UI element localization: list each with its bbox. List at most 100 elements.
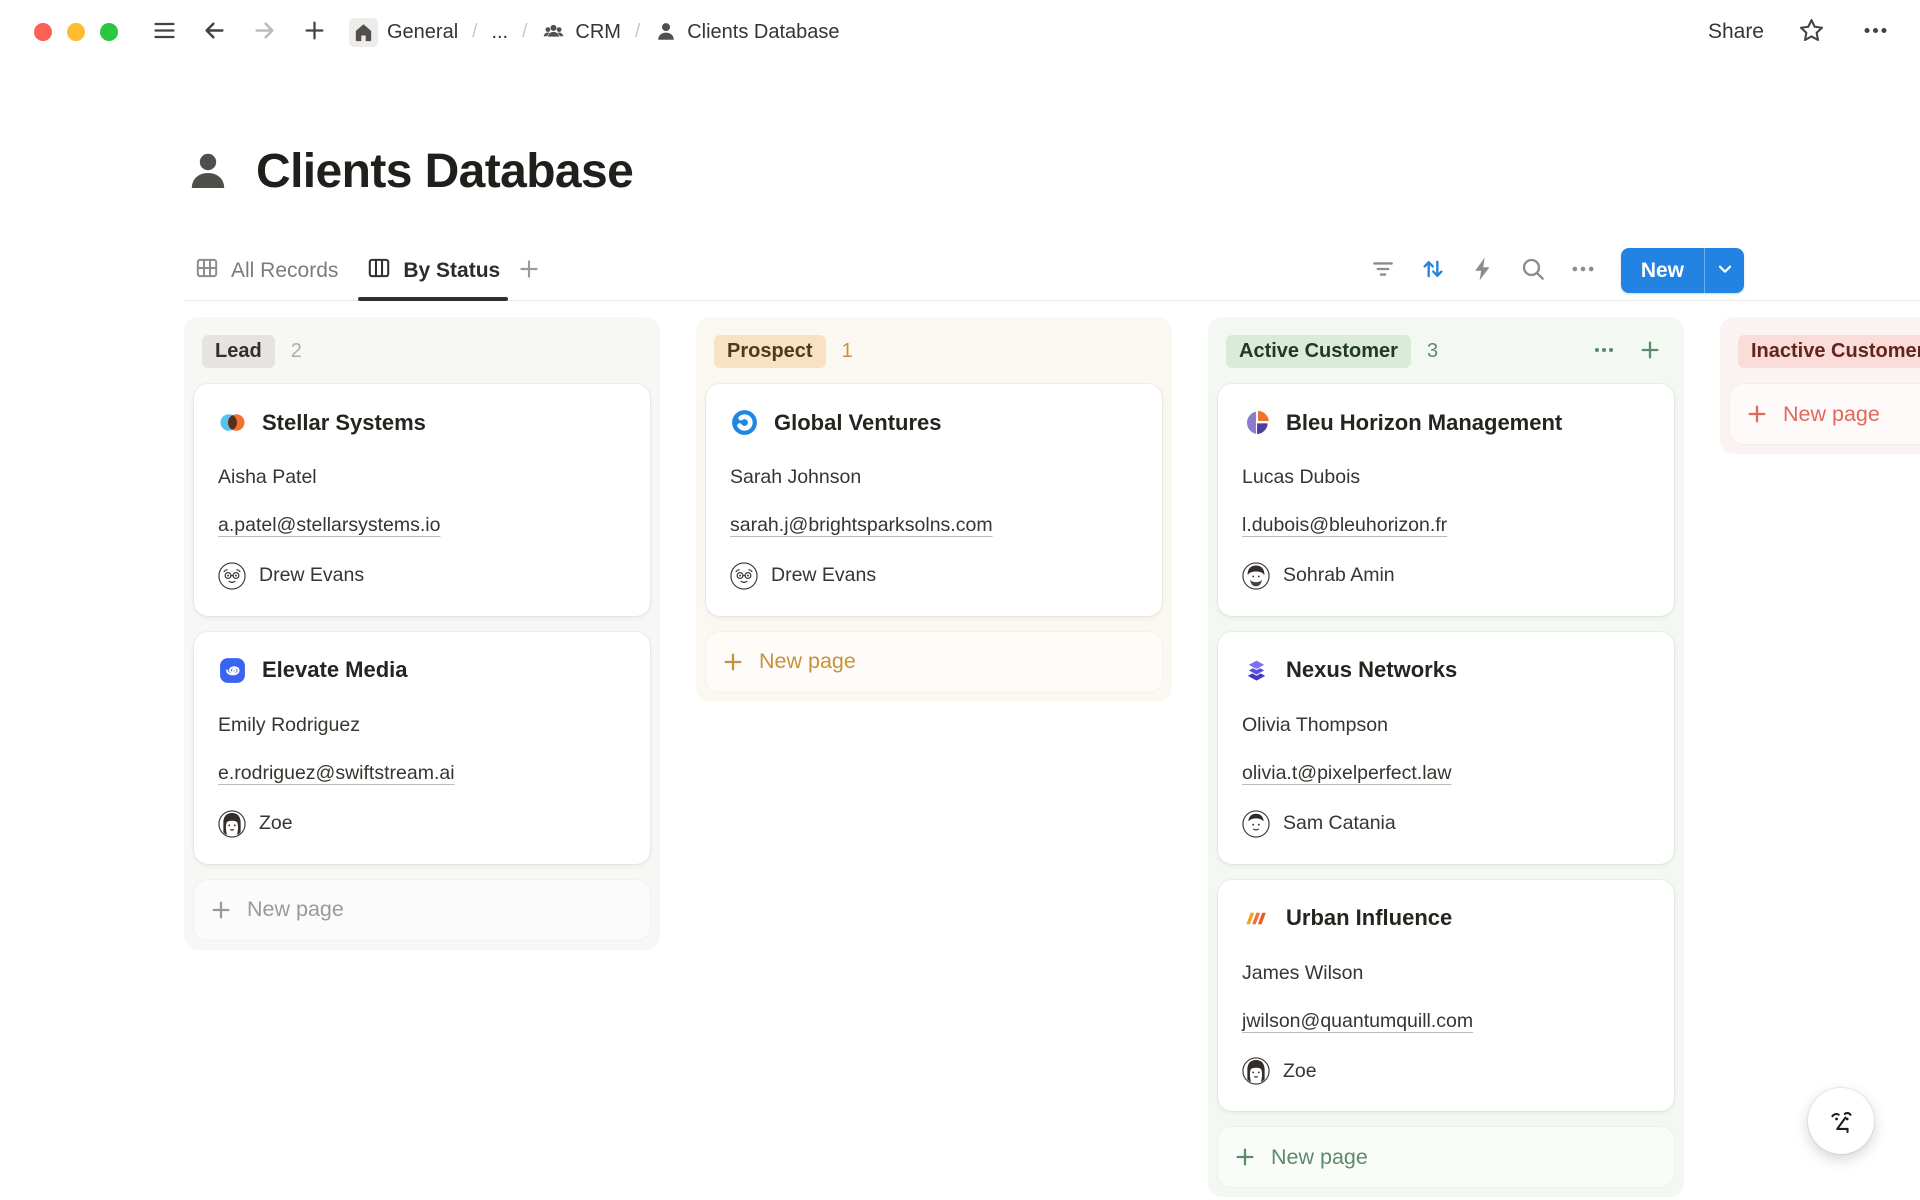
card-elevate-media[interactable]: Elevate MediaEmily Rodrigueze.rodriguez@… <box>194 632 650 864</box>
arrow-left-icon <box>201 17 228 47</box>
new-record-button[interactable]: New <box>1621 248 1704 293</box>
breadcrumb-item-collapsed[interactable]: ... <box>484 17 515 48</box>
new-record-dropdown-button[interactable] <box>1704 248 1744 293</box>
back-button[interactable] <box>196 14 232 50</box>
card-owner-name: Sohrab Amin <box>1283 564 1395 587</box>
column-status-badge[interactable]: Active Customer <box>1226 335 1411 368</box>
plus-icon <box>720 649 746 675</box>
avatar-drew <box>730 562 758 590</box>
new-page-label: New page <box>1271 1145 1368 1170</box>
search-icon <box>1519 255 1547 286</box>
column-count: 3 <box>1427 340 1438 363</box>
share-button[interactable]: Share <box>1708 20 1764 44</box>
plus-icon <box>301 17 328 47</box>
ai-face-icon <box>1819 1098 1863 1145</box>
column-add-card-button[interactable] <box>1634 336 1666 368</box>
forward-button[interactable] <box>246 14 282 50</box>
favorite-button[interactable] <box>1794 15 1828 49</box>
page-header: Clients Database <box>184 144 1920 199</box>
breadcrumb-item-crm[interactable]: CRM <box>534 16 628 49</box>
window-controls <box>34 23 118 41</box>
card-email-link[interactable]: l.dubois@bleuhorizon.fr <box>1242 514 1447 536</box>
avatar-drew <box>218 562 246 590</box>
card-owner: Sohrab Amin <box>1242 562 1650 590</box>
new-page-button[interactable]: New page <box>706 632 1162 692</box>
page-title: Clients Database <box>256 144 633 199</box>
tab-label: By Status <box>403 259 500 283</box>
window-close-button[interactable] <box>34 23 52 41</box>
card-bleu-horizon-management[interactable]: Bleu Horizon Management Lucas Dubois l.dub… <box>1218 384 1674 616</box>
card-email-link[interactable]: e.rodriguez@swiftstream.ai <box>218 762 455 784</box>
avatar-zoe <box>1242 1057 1270 1085</box>
tab-all-records[interactable]: All Records <box>184 241 348 300</box>
new-page-label: New page <box>247 897 344 922</box>
window-zoom-button[interactable] <box>100 23 118 41</box>
card-owner-name: Sam Catania <box>1283 812 1396 835</box>
card-nexus-networks[interactable]: Nexus NetworksOlivia Thompsonolivia.t@pi… <box>1218 632 1674 864</box>
board-column-prospect: Prospect1Global VenturesSarah Johnsonsar… <box>696 317 1172 702</box>
search-button[interactable] <box>1513 251 1553 291</box>
add-view-button[interactable] <box>510 252 548 290</box>
titlebar-actions: Share <box>1708 15 1892 49</box>
card-email-link[interactable]: a.patel@stellarsystems.io <box>218 514 440 536</box>
automations-button[interactable] <box>1463 251 1503 291</box>
more-options-button[interactable] <box>1858 15 1892 49</box>
column-status-badge[interactable]: Lead <box>202 335 275 368</box>
person-icon <box>654 20 678 44</box>
breadcrumb-item-clients-database[interactable]: Clients Database <box>647 16 846 48</box>
hamburger-icon <box>151 17 178 47</box>
elevate-media-logo-icon <box>218 656 247 685</box>
stellar-systems-logo-icon <box>218 408 247 437</box>
card-urban-influence[interactable]: Urban InfluenceJames Wilsonjwilson@quant… <box>1218 880 1674 1112</box>
card-owner-name: Zoe <box>259 812 293 835</box>
app-window: General/.../CRM/Clients Database Share C… <box>0 0 1920 1197</box>
board-column-active-customer: Active Customer 3 Bleu Horizon Management L… <box>1208 317 1684 1197</box>
views-row: All Records By Status <box>184 241 1920 301</box>
view-options-button[interactable] <box>1563 251 1603 291</box>
avatar-sohrab <box>1242 562 1270 590</box>
sort-icon <box>1419 255 1447 286</box>
window-minimize-button[interactable] <box>67 23 85 41</box>
card-owner: Sam Catania <box>1242 810 1650 838</box>
view-toolbar: New <box>1363 248 1744 293</box>
filter-icon <box>1369 255 1397 286</box>
card-owner-name: Drew Evans <box>771 564 876 587</box>
card-stellar-systems[interactable]: Stellar SystemsAisha Patela.patel@stella… <box>194 384 650 616</box>
lightning-icon <box>1469 255 1497 286</box>
column-header: Active Customer 3 <box>1218 327 1674 384</box>
plus-icon <box>1744 401 1770 427</box>
chevron-down-icon <box>1714 258 1736 283</box>
ellipsis-icon <box>1591 337 1617 366</box>
new-page-button[interactable]: New page <box>194 880 650 940</box>
notion-ai-button[interactable] <box>1808 1088 1874 1154</box>
column-more-button[interactable] <box>1588 336 1620 368</box>
avatar-sam <box>1242 810 1270 838</box>
breadcrumb-item-general[interactable]: General <box>342 14 465 51</box>
sidebar-toggle-button[interactable] <box>146 14 182 50</box>
star-icon <box>1797 16 1826 48</box>
ellipsis-icon <box>1569 255 1597 286</box>
new-page-button[interactable]: New page <box>1730 384 1920 444</box>
card-global-ventures[interactable]: Global VenturesSarah Johnsonsarah.j@brig… <box>706 384 1162 616</box>
board-view-icon <box>366 255 392 287</box>
sort-button[interactable] <box>1413 251 1453 291</box>
breadcrumb: General/.../CRM/Clients Database <box>342 14 847 51</box>
card-company-name: Bleu Horizon Management <box>1286 410 1562 436</box>
table-view-icon <box>194 255 220 287</box>
card-email-link[interactable]: sarah.j@brightsparksolns.com <box>730 514 993 536</box>
card-contact-name: Lucas Dubois <box>1242 465 1650 489</box>
column-status-badge[interactable]: Inactive Customer <box>1738 335 1920 368</box>
new-tab-button[interactable] <box>296 14 332 50</box>
tab-by-status[interactable]: By Status <box>356 241 510 300</box>
column-status-badge[interactable]: Prospect <box>714 335 826 368</box>
plus-icon <box>1232 1144 1258 1170</box>
filter-button[interactable] <box>1363 251 1403 291</box>
person-icon[interactable] <box>184 148 232 196</box>
plus-icon <box>1637 337 1663 366</box>
card-email-link[interactable]: jwilson@quantumquill.com <box>1242 1010 1473 1032</box>
card-email-link[interactable]: olivia.t@pixelperfect.law <box>1242 762 1451 784</box>
column-header: Lead2 <box>194 327 650 384</box>
new-page-button[interactable]: New page <box>1218 1127 1674 1187</box>
titlebar: General/.../CRM/Clients Database Share <box>0 0 1920 64</box>
board-column-lead: Lead2Stellar SystemsAisha Patela.patel@s… <box>184 317 660 950</box>
